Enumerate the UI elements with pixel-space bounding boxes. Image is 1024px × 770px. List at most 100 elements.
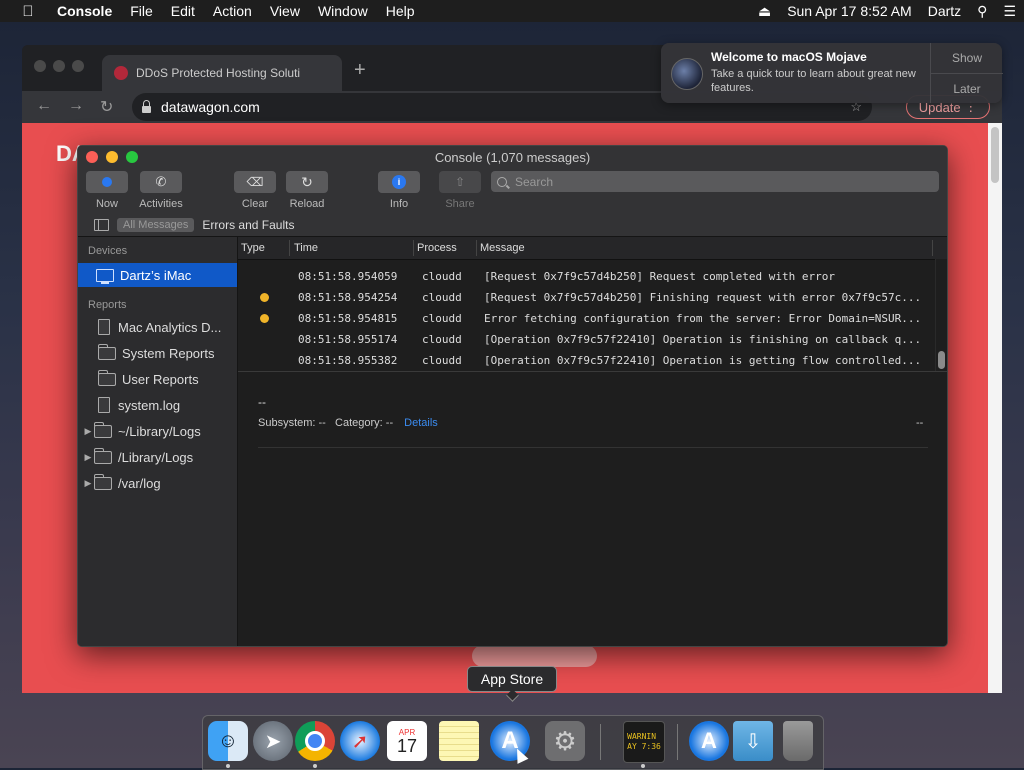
sidebar-toggle-icon[interactable]	[94, 218, 109, 231]
details-link[interactable]: Details	[404, 417, 438, 429]
now-button[interactable]: Now	[86, 171, 128, 210]
new-tab-plus-icon[interactable]: +	[354, 59, 366, 82]
sidebar-item-label: System Reports	[122, 345, 215, 361]
notification-show-button[interactable]: Show	[931, 43, 1003, 74]
browser-tab-title: DDoS Protected Hosting Soluti	[136, 66, 301, 80]
forward-arrow-icon[interactable]: →	[68, 97, 84, 115]
browser-tab[interactable]: DDoS Protected Hosting Soluti	[102, 55, 342, 91]
apple-menu-icon[interactable]: 	[18, 3, 38, 20]
share-toggle[interactable]: ⇧	[439, 171, 481, 193]
table-row[interactable]: 08:51:58.954059 cloudd [Request 0x7f9c57…	[238, 266, 938, 287]
activities-toggle[interactable]: ✆	[140, 171, 182, 193]
chrome-icon[interactable]	[295, 721, 335, 761]
detail-divider[interactable]	[238, 371, 947, 372]
sidebar-item-user-library-logs[interactable]: ▶ ~/Library/Logs	[78, 419, 237, 443]
console-zoom-button[interactable]	[126, 151, 138, 163]
now-toggle[interactable]	[86, 171, 128, 193]
menu-app-name[interactable]: Console	[48, 3, 121, 19]
browser-scroll-thumb[interactable]	[991, 127, 999, 183]
menu-file[interactable]: File	[121, 3, 162, 19]
search-field[interactable]: Search	[491, 171, 939, 192]
all-messages-tab[interactable]: All Messages	[117, 217, 195, 232]
activities-button[interactable]: ✆ Activities	[135, 171, 187, 210]
menu-view[interactable]: View	[261, 3, 309, 19]
column-process[interactable]: Process	[417, 242, 457, 254]
sidebar-item-system-reports[interactable]: System Reports	[78, 341, 237, 365]
share-label: Share	[445, 198, 475, 210]
finder-icon[interactable]: ☺	[208, 721, 248, 761]
calendar-icon[interactable]: APR 17	[387, 721, 427, 761]
disclosure-triangle-icon[interactable]: ▶	[82, 452, 94, 463]
notes-icon[interactable]	[439, 721, 479, 761]
folder-icon	[94, 447, 112, 464]
console-minimize-button[interactable]	[106, 151, 118, 163]
menu-user[interactable]: Dartz	[920, 3, 969, 19]
row-message: [Request 0x7f9c57d4b250] Finishing reque…	[484, 291, 922, 304]
disclosure-triangle-icon[interactable]: ▶	[82, 426, 94, 437]
sidebar-item-device[interactable]: Dartz’s iMac	[78, 263, 237, 287]
console-close-button[interactable]	[86, 151, 98, 163]
eject-icon[interactable]: ⏏	[750, 3, 779, 20]
sidebar-item-mac-analytics[interactable]: Mac Analytics D...	[78, 315, 237, 339]
calendar-day: 17	[396, 735, 418, 756]
system-preferences-gear-icon[interactable]: ⚙	[545, 721, 585, 761]
menu-help[interactable]: Help	[377, 3, 424, 19]
table-row[interactable]: 08:51:58.954815 cloudd Error fetching co…	[238, 308, 938, 329]
table-row[interactable]: 08:51:58.954254 cloudd [Request 0x7f9c57…	[238, 287, 938, 308]
browser-close-button[interactable]	[34, 60, 46, 72]
folder-icon	[98, 369, 116, 386]
spotlight-search-icon[interactable]: ⚲	[969, 3, 995, 20]
menu-window[interactable]: Window	[309, 3, 377, 19]
address-url: datawagon.com	[161, 99, 260, 115]
sidebar-item-library-logs[interactable]: ▶ /Library/Logs	[78, 445, 237, 469]
info-toggle[interactable]: i	[378, 171, 420, 193]
error-dot-icon	[260, 314, 269, 323]
log-scrollbar[interactable]	[935, 259, 947, 371]
clear-toggle[interactable]: ⌫	[234, 171, 276, 193]
sidebar-item-system-log[interactable]: system.log	[78, 393, 237, 417]
sidebar-item-user-reports[interactable]: User Reports	[78, 367, 237, 391]
detail-meta: Subsystem: -- Category: -- Details	[258, 417, 438, 429]
share-button[interactable]: ⇧ Share	[439, 171, 481, 210]
errors-faults-tab[interactable]: Errors and Faults	[202, 218, 294, 232]
table-row[interactable]: 08:51:58.955382 cloudd [Operation 0x7f9c…	[238, 350, 938, 371]
reload-button[interactable]: ↻ Reload	[286, 171, 328, 210]
console-titlebar: Console (1,070 messages) Now ✆ Activitie…	[78, 146, 947, 237]
sidebar-item-var-log[interactable]: ▶ /var/log	[78, 471, 237, 495]
clear-button[interactable]: ⌫ Clear	[234, 171, 276, 210]
console-app-icon[interactable]: WARNIN AY 7:36	[623, 721, 665, 763]
browser-scrollbar[interactable]	[988, 123, 1002, 693]
safari-compass-icon[interactable]: ➚	[340, 721, 380, 761]
menu-edit[interactable]: Edit	[162, 3, 204, 19]
detail-title: --	[258, 395, 266, 409]
error-dot-icon	[260, 293, 269, 302]
sidebar-item-label: ~/Library/Logs	[118, 423, 201, 439]
back-arrow-icon[interactable]: ←	[36, 97, 52, 115]
devices-header: Devices	[88, 245, 128, 257]
detail-category: Category: --	[335, 417, 394, 429]
page-element-pill	[472, 645, 597, 667]
column-type[interactable]: Type	[241, 242, 265, 254]
table-row[interactable]: 08:51:58.955174 cloudd [Operation 0x7f9c…	[238, 329, 938, 350]
launchpad-rocket-icon[interactable]: ➤	[253, 721, 293, 761]
reload-label: Reload	[289, 198, 325, 210]
menu-action[interactable]: Action	[204, 3, 261, 19]
reload-icon[interactable]: ↻	[100, 97, 113, 117]
menu-clock[interactable]: Sun Apr 17 8:52 AM	[779, 3, 920, 19]
downloads-folder-icon[interactable]: ⇩	[733, 721, 773, 761]
log-scroll-thumb[interactable]	[938, 351, 945, 369]
app-store-download-icon[interactable]: A	[689, 721, 729, 761]
browser-minimize-button[interactable]	[53, 60, 65, 72]
console-window: Console (1,070 messages) Now ✆ Activitie…	[77, 145, 948, 647]
info-button[interactable]: i Info	[378, 171, 420, 210]
browser-zoom-button[interactable]	[72, 60, 84, 72]
trash-icon[interactable]	[783, 721, 813, 761]
column-message[interactable]: Message	[480, 242, 525, 254]
mojave-notification[interactable]: Welcome to macOS Mojave Take a quick tou…	[661, 43, 1003, 104]
notification-later-button[interactable]: Later	[931, 74, 1003, 104]
disclosure-triangle-icon[interactable]: ▶	[82, 478, 94, 489]
reload-toggle[interactable]: ↻	[286, 171, 328, 193]
share-icon: ⇧	[454, 175, 466, 189]
column-time[interactable]: Time	[294, 242, 318, 254]
notification-center-icon[interactable]: ☰	[995, 3, 1024, 20]
